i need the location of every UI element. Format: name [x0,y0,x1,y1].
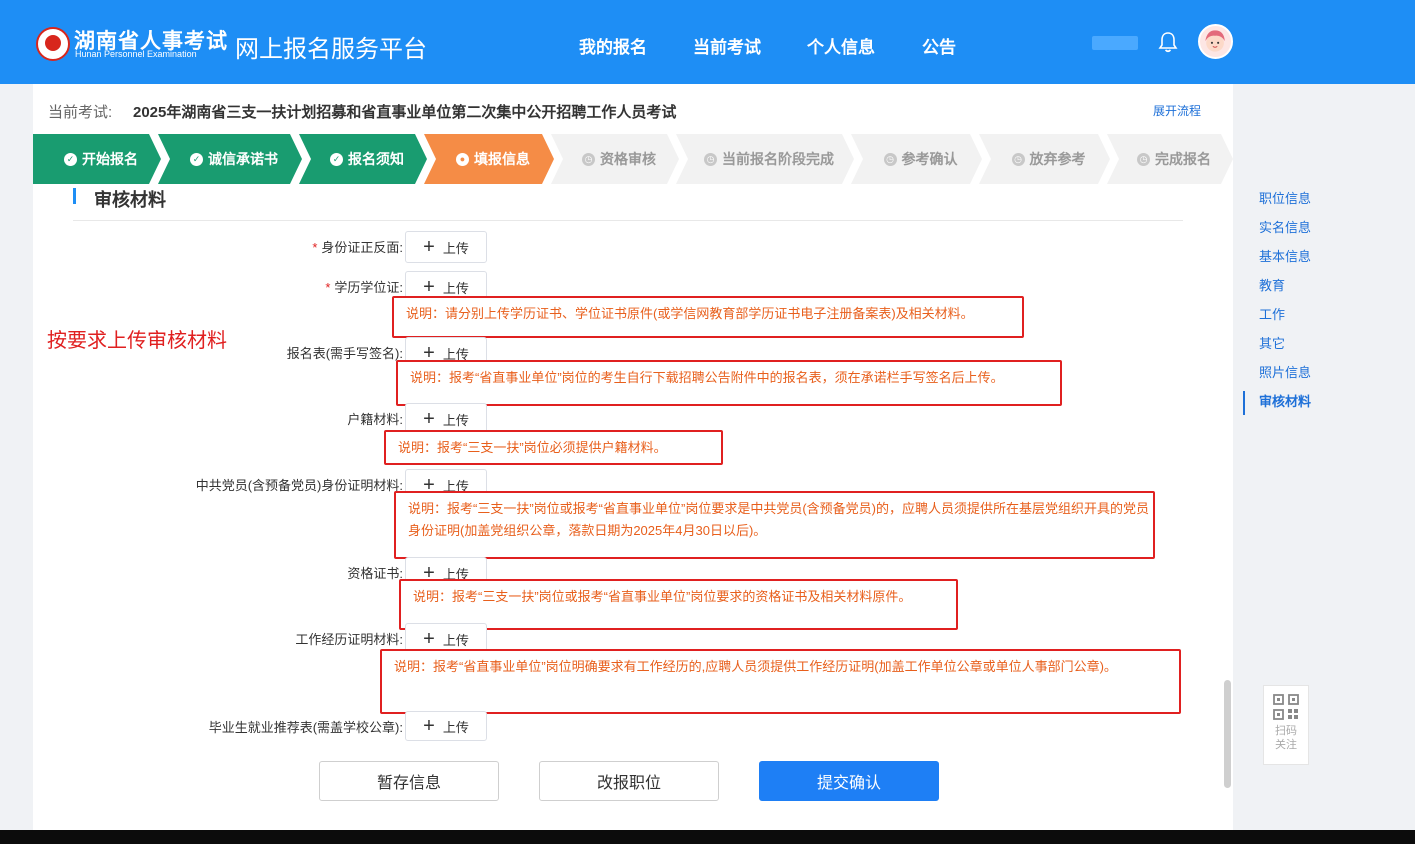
step-label: 开始报名 [82,151,138,167]
logo-emblem-icon [36,27,70,61]
step-stage-complete: ◷ 当前报名阶段完成 [676,134,854,184]
step-fill-info: ● 填报信息 [424,134,554,184]
clock-icon: ◷ [1012,153,1025,166]
top-header: 湖南省人事考试 Hunan Personnel Examination 网上报名… [0,0,1415,84]
bell-icon[interactable] [1158,31,1178,53]
nav-my-registration[interactable]: 我的报名 [579,33,647,58]
step-start-registration: ✓ 开始报名 [33,134,161,184]
step-label: 完成报名 [1155,151,1211,167]
submit-confirm-button[interactable]: 提交确认 [759,761,939,801]
step-label: 报名须知 [348,151,404,167]
step-label: 参考确认 [901,151,958,167]
clock-icon: ◷ [1137,153,1150,166]
plus-icon: + [423,715,435,737]
section-side-nav: 职位信息 实名信息 基本信息 教育 工作 其它 照片信息 审核材料 [1243,184,1343,416]
note-household: 说明：报考“三支一扶”岗位必须提供户籍材料。 [384,430,723,465]
step-label: 填报信息 [474,151,530,167]
step-label: 诚信承诺书 [208,151,278,167]
note-registration-form: 说明：报考“省直事业单位”岗位的考生自行下载招聘公告附件中的报名表，须在承诺栏手… [396,360,1062,406]
scrollbar-thumb[interactable] [1224,680,1231,788]
current-exam-label: 当前考试: [48,104,113,121]
qr-follow-label: 扫码关注 [1275,725,1297,751]
plus-icon: + [423,236,435,258]
nav-announcement[interactable]: 公告 [922,33,956,58]
platform-title: 网上报名服务平台 [235,36,427,63]
upload-id-card-button[interactable]: + 上传 [405,231,487,263]
field-label-certificate: 资格证书: [347,566,403,581]
user-avatar[interactable] [1198,24,1233,59]
plus-icon: + [423,628,435,650]
step-attendance-confirm: ◷ 参考确认 [851,134,982,184]
progress-steps: ✓ 开始报名 ✓ 诚信承诺书 ✓ 报名须知 ● 填报信息 ◷ 资格审核 ◷ 当前报名阶段完成… [33,134,1233,184]
field-label-degree: * 学历学位证: [325,280,403,295]
step-label: 放弃参考 [1029,151,1086,167]
change-position-button[interactable]: 改报职位 [539,761,719,801]
save-draft-button[interactable]: 暂存信息 [319,761,499,801]
user-name-redacted[interactable] [1092,36,1138,50]
required-marker: * [325,280,331,295]
expand-process-link[interactable]: 展开流程 [1153,102,1201,119]
field-label-registration-form: 报名表(需手写签名): [286,346,403,361]
plus-icon: + [423,408,435,430]
field-label-household: 户籍材料: [347,412,403,427]
sidenav-item-review-materials[interactable]: 审核材料 [1243,387,1343,416]
sidenav-item-real-name-info[interactable]: 实名信息 [1243,213,1343,242]
sidenav-item-education[interactable]: 教育 [1243,271,1343,300]
field-label-graduate-recommendation: 毕业生就业推荐表(需盖学校公章): [208,720,403,735]
nav-personal-info[interactable]: 个人信息 [807,33,875,58]
section-title: 审核材料 [94,190,166,210]
step-label: 资格审核 [600,151,656,167]
qr-follow-widget[interactable]: 扫码关注 [1263,685,1309,765]
step-qualification-review: ◷ 资格审核 [551,134,679,184]
current-exam-name: 2025年湖南省三支一扶计划招募和省直事业单位第二次集中公开招聘工作人员考试 [133,104,677,121]
bottom-strip [0,830,1415,844]
note-degree: 说明：请分别上传学历证书、学位证书原件(或学信网教育部学历证书电子注册备案表)及… [392,296,1024,338]
section-accent-bar [73,188,76,204]
plus-icon: + [423,276,435,298]
check-circle-icon: ✓ [190,153,203,166]
note-party-member: 说明：报考“三支一扶”岗位或报考“省直事业单位”岗位要求是中共党员(含预备党员)… [394,491,1155,559]
main-panel: 当前考试: 2025年湖南省三支一扶计划招募和省直事业单位第二次集中公开招聘工作… [33,84,1233,830]
sidenav-item-photo-info[interactable]: 照片信息 [1243,358,1343,387]
sidenav-item-other[interactable]: 其它 [1243,329,1343,358]
step-registration-notice: ✓ 报名须知 [299,134,427,184]
clock-icon: ◷ [704,153,717,166]
instruction-annotation: 按要求上传审核材料 [47,330,227,352]
section-divider [73,220,1183,221]
step-registration-complete: ◷ 完成报名 [1107,134,1233,184]
note-work-experience: 说明：报考“省直事业单位”岗位明确要求有工作经历的,应聘人员须提供工作经历证明(… [380,649,1181,714]
logo-english-name: Hunan Personnel Examination [75,49,197,59]
sidenav-item-position-info[interactable]: 职位信息 [1243,184,1343,213]
step-integrity-pledge: ✓ 诚信承诺书 [158,134,302,184]
nav-current-exam[interactable]: 当前考试 [693,33,761,58]
field-label-party-member: 中共党员(含预备党员)身份证明材料: [195,478,403,493]
upload-graduate-recommendation-button[interactable]: + 上传 [405,711,487,741]
field-label-work-experience: 工作经历证明材料: [295,632,403,647]
required-marker: * [312,240,318,255]
clock-icon: ◷ [884,153,897,166]
field-label-id-card: * 身份证正反面: [312,240,403,255]
clock-icon: ◷ [582,153,595,166]
check-circle-icon: ✓ [64,153,77,166]
step-abandon-exam: ◷ 放弃参考 [979,134,1110,184]
step-label: 当前报名阶段完成 [722,151,834,167]
location-pin-icon: ● [456,153,469,166]
qr-code-icon [1273,694,1299,720]
sidenav-item-work[interactable]: 工作 [1243,300,1343,329]
sidenav-item-basic-info[interactable]: 基本信息 [1243,242,1343,271]
check-circle-icon: ✓ [330,153,343,166]
avatar-face-icon [1205,30,1225,52]
